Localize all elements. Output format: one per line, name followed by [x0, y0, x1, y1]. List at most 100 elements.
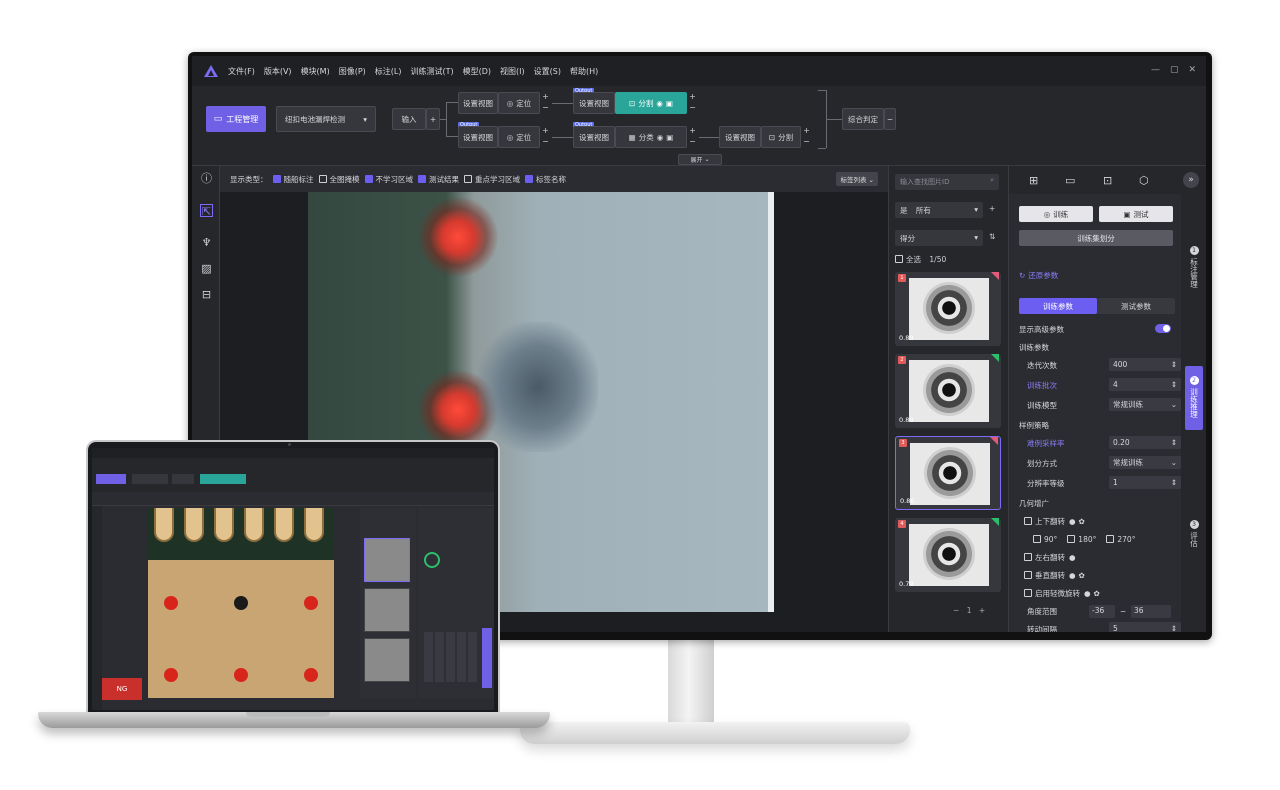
- close-icon[interactable]: ✕: [1188, 65, 1196, 75]
- classify-minus[interactable]: −: [688, 137, 697, 146]
- tab-train-params[interactable]: 训练参数: [1019, 298, 1097, 314]
- angle-max-input[interactable]: 36: [1131, 604, 1171, 618]
- project-manage-button[interactable]: ▭ 工程管理: [206, 106, 266, 132]
- minimize-icon[interactable]: —: [1151, 65, 1160, 75]
- train-button[interactable]: ◎ 训练: [1019, 206, 1093, 222]
- tab-test-params[interactable]: 测试参数: [1097, 298, 1175, 314]
- expand-button[interactable]: 展开 ⌄: [678, 154, 722, 165]
- flip-ud-row[interactable]: 上下翻转 ● ✿: [1019, 514, 1175, 528]
- filter-select[interactable]: 是 所有 ▾: [895, 202, 983, 218]
- set-view-node-4[interactable]: 设置视图: [573, 126, 615, 148]
- batch-stepper[interactable]: 4 ⇕: [1109, 378, 1181, 391]
- rot-interval-stepper[interactable]: 5 ⇕: [1109, 622, 1181, 632]
- angle-min-input[interactable]: -36: [1089, 604, 1115, 618]
- menu-file[interactable]: 文件(F): [228, 66, 255, 77]
- locate-node-1[interactable]: ◎ 定位: [498, 92, 540, 114]
- menu-image[interactable]: 图像(P): [339, 66, 366, 77]
- side-tab-train-infer[interactable]: 2 训练推理: [1185, 366, 1203, 430]
- menu-label[interactable]: 标注(L): [375, 66, 402, 77]
- restore-icon[interactable]: ▢: [1170, 65, 1179, 75]
- brush-icon[interactable]: ♆: [200, 236, 213, 249]
- sort-select[interactable]: 得分 ▾: [895, 230, 983, 246]
- hatch-region-icon[interactable]: ▨: [200, 262, 213, 275]
- thumbnail-item-selected[interactable]: 3 0.86: [895, 436, 1001, 510]
- split-mode-select[interactable]: 常规训练 ⌄: [1109, 456, 1181, 469]
- thumbnail-item[interactable]: 4 0.79: [895, 518, 1001, 592]
- small-rotate-row[interactable]: 启用轻微旋转 ● ✿: [1019, 586, 1175, 600]
- advanced-toggle[interactable]: [1155, 324, 1171, 333]
- input-add-button[interactable]: +: [426, 108, 440, 130]
- classify-plus[interactable]: +: [688, 126, 697, 135]
- locate-2-minus[interactable]: −: [541, 137, 550, 146]
- display-option-6[interactable]: 标签名称: [520, 174, 566, 185]
- menu-train-test[interactable]: 训练测试(T): [411, 66, 454, 77]
- iterations-stepper[interactable]: 400 ⇕: [1109, 358, 1181, 371]
- menu-view[interactable]: 视图(I): [500, 66, 525, 77]
- split-node-1[interactable]: ⊡ 分割 ◉ ▣: [615, 92, 687, 114]
- split-node-2[interactable]: ⊡ 分割: [761, 126, 801, 148]
- judge-node[interactable]: 综合判定: [842, 108, 884, 130]
- select-all-row[interactable]: 全选 1/50: [895, 254, 946, 265]
- split-1-minus[interactable]: −: [688, 103, 697, 112]
- project-select[interactable]: 纽扣电池漏焊检测 ▾: [276, 106, 376, 132]
- display-option-2[interactable]: 全图掩模: [314, 174, 360, 185]
- input-node[interactable]: 输入: [392, 108, 426, 130]
- collapse-panel-icon[interactable]: »: [1183, 172, 1199, 188]
- locate-1-plus[interactable]: +: [541, 92, 550, 101]
- erase-region-icon[interactable]: ⊟: [200, 288, 213, 301]
- thumbnail-item[interactable]: 1 0.89: [895, 272, 1001, 346]
- menu-module[interactable]: 模块(M): [301, 66, 330, 77]
- flip-lr-row[interactable]: 左右翻转 ●: [1019, 550, 1175, 564]
- menu-settings[interactable]: 设置(S): [534, 66, 561, 77]
- page-prev-icon[interactable]: −: [953, 606, 959, 615]
- menu-model[interactable]: 模型(D): [463, 66, 491, 77]
- hard-rate-stepper[interactable]: 0.20 ⇕: [1109, 436, 1181, 449]
- settings-gear-icon[interactable]: ✿: [1079, 517, 1085, 526]
- classify-node[interactable]: ▦ 分类 ◉ ▣: [615, 126, 687, 148]
- locate-node-2[interactable]: ◎ 定位: [498, 126, 540, 148]
- add-filter-icon[interactable]: +: [989, 204, 995, 213]
- settings-gear-icon[interactable]: ✿: [1079, 571, 1085, 580]
- locate-2-plus[interactable]: +: [541, 126, 550, 135]
- settings-gear-icon[interactable]: ✿: [1094, 589, 1100, 598]
- resolution-stepper[interactable]: 1 ⇕: [1109, 476, 1181, 489]
- split-2-minus[interactable]: −: [802, 137, 811, 146]
- display-option-4[interactable]: 测试结果: [413, 174, 459, 185]
- side-tab-label-manage[interactable]: 1 标注管理: [1185, 246, 1203, 290]
- set-view-node-1[interactable]: 设置视图: [458, 92, 498, 114]
- split-2-plus[interactable]: +: [802, 126, 811, 135]
- page-next-icon[interactable]: +: [979, 606, 985, 615]
- image-search-input[interactable]: 输入查找图片ID ⌕: [895, 174, 999, 190]
- part-image: [924, 447, 976, 499]
- thumbnail-item[interactable]: 2 0.89: [895, 354, 1001, 428]
- set-view-node-5[interactable]: 设置视图: [719, 126, 761, 148]
- info-icon[interactable]: ⓘ: [200, 172, 213, 185]
- test-button[interactable]: ▣ 测试: [1099, 206, 1173, 222]
- folder-icon[interactable]: ▭: [1065, 174, 1075, 187]
- checkbox-empty-icon[interactable]: [1067, 535, 1076, 543]
- display-option-5[interactable]: 重点学习区域: [459, 174, 520, 185]
- add-image-icon[interactable]: ⊞: [1029, 174, 1038, 187]
- model-cube-icon[interactable]: ⬡: [1139, 174, 1149, 187]
- label-list-button[interactable]: 标签列表 ⌄: [836, 172, 878, 186]
- judge-minus-button[interactable]: −: [884, 108, 896, 130]
- menu-version[interactable]: 版本(V): [264, 66, 292, 77]
- sort-order-icon[interactable]: ⇅: [989, 232, 995, 241]
- checkbox-empty-icon[interactable]: [1033, 535, 1041, 543]
- locate-1-minus[interactable]: −: [541, 103, 550, 112]
- split-1-plus[interactable]: +: [688, 92, 697, 101]
- mode-select[interactable]: 常规训练 ⌄: [1109, 398, 1181, 411]
- set-view-node-3[interactable]: 设置视图: [458, 126, 498, 148]
- part-image: [923, 528, 975, 580]
- restore-params[interactable]: ↻ 还原参数: [1019, 268, 1175, 282]
- split-dataset-button[interactable]: 训练集划分: [1019, 230, 1173, 246]
- display-option-1[interactable]: 随船标注: [268, 174, 314, 185]
- set-view-node-2[interactable]: 设置视图: [573, 92, 615, 114]
- checkbox-empty-icon[interactable]: [1106, 535, 1115, 543]
- display-option-3[interactable]: 不学习区域: [360, 174, 413, 185]
- import-image-icon[interactable]: ⊡: [1103, 174, 1112, 187]
- select-cursor-icon[interactable]: ⇱: [200, 204, 213, 218]
- menu-help[interactable]: 帮助(H): [570, 66, 598, 77]
- side-tab-evaluate[interactable]: 3 评估: [1185, 520, 1203, 549]
- flip-v-row[interactable]: 垂直翻转 ● ✿: [1019, 568, 1175, 582]
